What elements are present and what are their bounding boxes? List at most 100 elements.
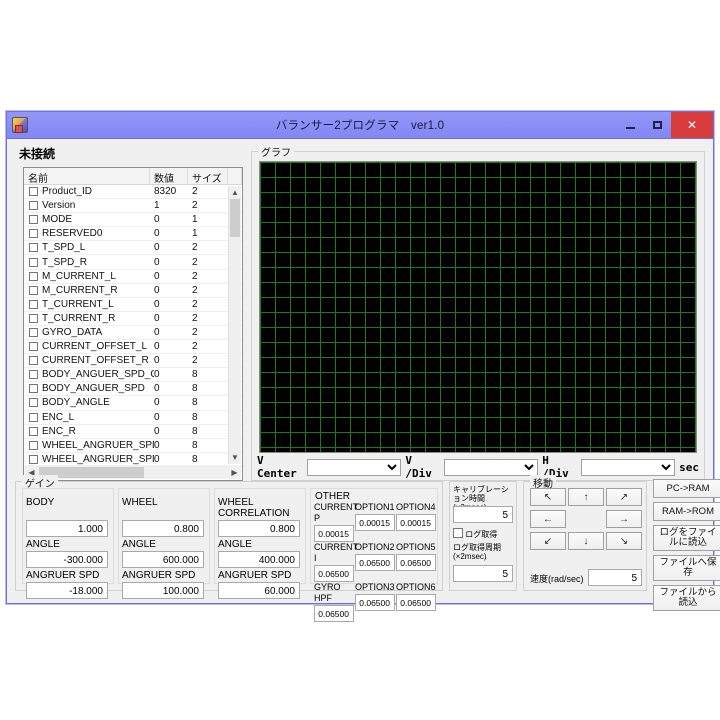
gain-wheelcorr-angle-input[interactable] bbox=[218, 551, 300, 568]
other-field-input[interactable] bbox=[314, 565, 354, 582]
title-bar[interactable]: バランサー2プログラマ ver1.0 ✕ bbox=[7, 112, 713, 139]
pc-to-ram-button[interactable]: PC->RAM bbox=[653, 479, 720, 498]
other-field-label: CURRENT I bbox=[314, 542, 358, 563]
log-period-input[interactable] bbox=[453, 565, 513, 582]
row-checkbox[interactable] bbox=[29, 370, 38, 380]
row-checkbox[interactable] bbox=[29, 257, 38, 267]
gain-wheel-spd-input[interactable] bbox=[122, 582, 204, 599]
table-row[interactable]: T_CURRENT_R 0 2 bbox=[24, 312, 242, 326]
table-row[interactable]: T_SPD_L 0 2 bbox=[24, 241, 242, 256]
minimize-button[interactable] bbox=[617, 112, 644, 138]
maximize-button[interactable] bbox=[644, 112, 671, 138]
table-row[interactable]: BODY_ANGUER_SPD_OFFSET0 8 bbox=[24, 368, 242, 383]
scroll-down-icon[interactable]: ▼ bbox=[229, 451, 241, 464]
row-checkbox[interactable] bbox=[29, 299, 38, 309]
other-field-input[interactable] bbox=[355, 594, 395, 611]
row-checkbox[interactable] bbox=[29, 327, 38, 337]
table-row[interactable]: T_SPD_R 0 2 bbox=[24, 255, 242, 270]
row-checkbox[interactable] bbox=[29, 201, 38, 211]
move-up-button[interactable]: ↑ bbox=[568, 488, 604, 506]
gain-wheelcorr-spd-input[interactable] bbox=[218, 582, 300, 599]
gain-wheel-value-input[interactable] bbox=[122, 520, 204, 537]
table-row[interactable]: MODE 0 1 bbox=[24, 213, 242, 228]
table-row[interactable]: T_CURRENT_L 0 2 bbox=[24, 298, 242, 312]
row-checkbox[interactable] bbox=[29, 440, 38, 450]
table-row[interactable]: RESERVED0 0 1 bbox=[24, 227, 242, 242]
row-checkbox[interactable] bbox=[29, 313, 38, 323]
calibration-time-input[interactable] bbox=[453, 506, 513, 523]
load-from-file-button[interactable]: ファイルから読込 bbox=[653, 585, 720, 611]
gain-body-spd-input[interactable] bbox=[26, 582, 108, 599]
vertical-scroll-thumb[interactable] bbox=[230, 199, 240, 237]
row-checkbox[interactable] bbox=[29, 398, 38, 408]
row-name: WHEEL_ANGRUER_SPD_R bbox=[42, 453, 154, 465]
row-size: 2 bbox=[192, 312, 198, 324]
other-field-input[interactable] bbox=[355, 514, 395, 531]
gain-body-value-input[interactable] bbox=[26, 520, 108, 537]
speed-input[interactable] bbox=[588, 569, 642, 586]
gain-wheel-angle-input[interactable] bbox=[122, 551, 204, 568]
row-checkbox[interactable] bbox=[29, 243, 38, 253]
table-row[interactable]: Version 1 2 bbox=[24, 199, 242, 214]
row-checkbox[interactable] bbox=[29, 384, 38, 394]
table-row[interactable]: M_CURRENT_R 0 2 bbox=[24, 284, 242, 298]
move-down-left-button[interactable]: ↙ bbox=[530, 532, 566, 550]
list-vertical-scrollbar[interactable]: ▲ ▼ bbox=[228, 186, 241, 464]
row-value: 0 bbox=[154, 453, 160, 465]
other-field-input[interactable] bbox=[314, 525, 354, 542]
scroll-right-icon[interactable]: ▶ bbox=[228, 468, 241, 477]
row-checkbox[interactable] bbox=[29, 187, 38, 197]
table-row[interactable]: ENC_R 0 8 bbox=[24, 425, 242, 439]
graph-plot-area[interactable] bbox=[259, 161, 697, 453]
other-field-input[interactable] bbox=[396, 594, 436, 611]
close-button[interactable]: ✕ bbox=[671, 112, 713, 138]
row-checkbox[interactable] bbox=[29, 454, 38, 464]
h-div-select[interactable] bbox=[580, 458, 676, 476]
row-checkbox[interactable] bbox=[29, 356, 38, 366]
table-row[interactable]: CURRENT_OFFSET_R 0 2 bbox=[24, 354, 242, 369]
connection-status: 未接続 bbox=[19, 147, 56, 161]
row-checkbox[interactable] bbox=[29, 426, 38, 436]
row-checkbox[interactable] bbox=[29, 342, 38, 352]
v-div-select[interactable] bbox=[443, 458, 539, 476]
ram-to-rom-button[interactable]: RAM->ROM bbox=[653, 502, 720, 521]
parameter-list[interactable]: 名前 数値 サイズ Product_ID 8320 2 Version 1 2 MODE 0 1… bbox=[23, 167, 243, 481]
gain-body-angle-input[interactable] bbox=[26, 551, 108, 568]
application-icon bbox=[12, 117, 28, 133]
table-row[interactable]: M_CURRENT_L 0 2 bbox=[24, 270, 242, 284]
log-acquire-checkbox[interactable] bbox=[453, 528, 463, 538]
other-field-input[interactable] bbox=[314, 605, 354, 622]
move-right-button[interactable]: → bbox=[606, 510, 642, 528]
log-acquire-row[interactable]: ログ取得 bbox=[453, 528, 497, 540]
other-field-input[interactable] bbox=[396, 514, 436, 531]
move-down-right-button[interactable]: ↘ bbox=[606, 532, 642, 550]
row-value: 0 bbox=[154, 355, 160, 367]
column-header-name[interactable]: 名前 bbox=[24, 168, 150, 184]
row-checkbox[interactable] bbox=[29, 285, 38, 295]
move-down-button[interactable]: ↓ bbox=[568, 532, 604, 550]
table-row[interactable]: WHEEL_ANGRUER_SPD_L0 8 bbox=[24, 439, 242, 453]
row-checkbox[interactable] bbox=[29, 229, 38, 239]
row-checkbox[interactable] bbox=[29, 271, 38, 281]
move-up-left-button[interactable]: ↖ bbox=[530, 488, 566, 506]
table-row[interactable]: CURRENT_OFFSET_L 0 2 bbox=[24, 340, 242, 355]
gain-wheelcorr-value-input[interactable] bbox=[218, 520, 300, 537]
other-field-input[interactable] bbox=[355, 554, 395, 571]
other-field: OPTION2 bbox=[355, 542, 395, 582]
save-to-file-button[interactable]: ファイルへ保存 bbox=[653, 555, 720, 581]
table-row[interactable]: BODY_ANGLE 0 8 bbox=[24, 396, 242, 411]
table-row[interactable]: Product_ID 8320 2 bbox=[24, 185, 242, 200]
column-header-value[interactable]: 数値 bbox=[150, 168, 188, 184]
table-row[interactable]: ENC_L 0 8 bbox=[24, 411, 242, 425]
table-row[interactable]: BODY_ANGUER_SPD 0 8 bbox=[24, 382, 242, 397]
load-log-to-file-button[interactable]: ログをファイルに読込 bbox=[653, 525, 720, 551]
move-up-right-button[interactable]: ↗ bbox=[606, 488, 642, 506]
other-field-input[interactable] bbox=[396, 554, 436, 571]
scroll-up-icon[interactable]: ▲ bbox=[229, 186, 241, 199]
move-left-button[interactable]: ← bbox=[530, 510, 566, 528]
v-center-select[interactable] bbox=[307, 458, 402, 476]
column-header-size[interactable]: サイズ bbox=[188, 168, 228, 184]
table-row[interactable]: GYRO_DATA 0 2 bbox=[24, 326, 242, 341]
row-checkbox[interactable] bbox=[29, 412, 38, 422]
row-checkbox[interactable] bbox=[29, 215, 38, 225]
